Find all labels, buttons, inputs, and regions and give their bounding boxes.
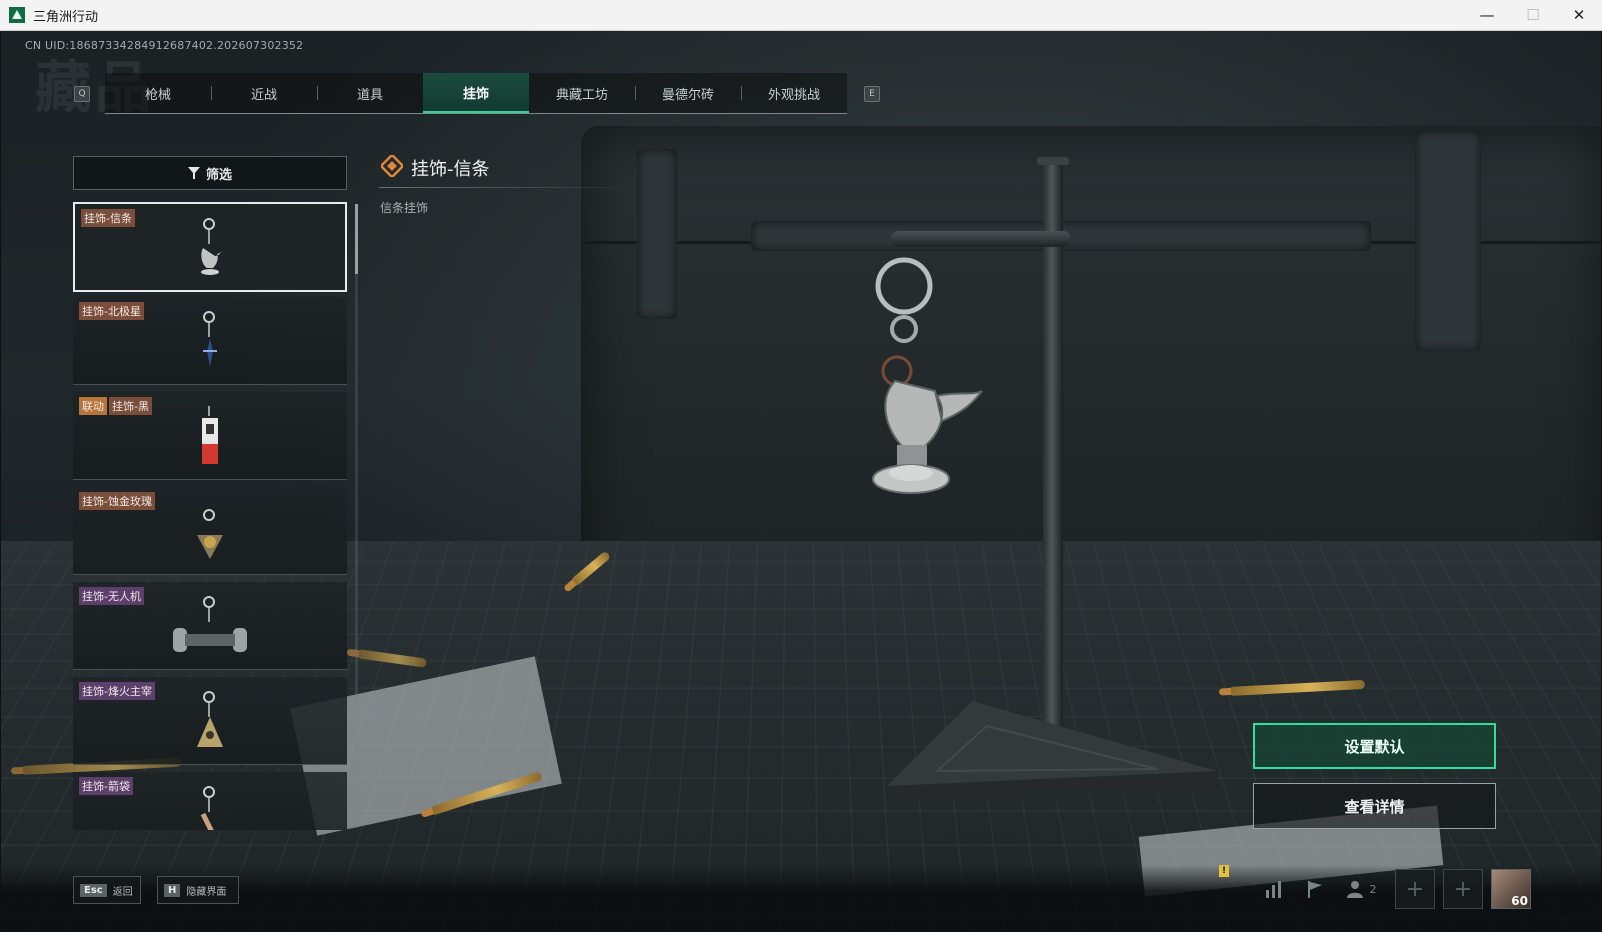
filter-button[interactable]: 筛选	[73, 156, 347, 190]
app-logo-icon	[9, 7, 25, 23]
item-tag: 挂饰-北极星	[79, 302, 144, 320]
item-tag: 挂饰-信条	[81, 209, 135, 227]
display-stand-cap	[1037, 157, 1069, 165]
close-button[interactable]: ✕	[1556, 0, 1602, 31]
esc-key: Esc	[80, 883, 107, 897]
item-tag: 挂饰-蚀金玫瑰	[79, 492, 155, 510]
charm-thumbnail	[192, 691, 228, 757]
maximize-button[interactable]: ☐	[1510, 0, 1556, 31]
item-tag: 联动 挂饰-黑	[79, 397, 152, 415]
list-item-jiandai[interactable]: 挂饰-箭袋	[73, 772, 347, 830]
display-stand-base	[887, 701, 1217, 801]
minimize-button[interactable]: —	[1464, 0, 1510, 31]
filter-icon	[187, 167, 200, 179]
item-name: 挂饰-黑	[109, 397, 152, 415]
friends-icon[interactable]: 2	[1335, 869, 1387, 909]
friends-count: 2	[1369, 882, 1377, 896]
item-name: 挂饰-北极星	[79, 302, 144, 320]
item-name: 挂饰-信条	[81, 209, 135, 227]
team-slot-empty[interactable]: +	[1395, 869, 1435, 909]
list-scrollbar-thumb[interactable]	[355, 204, 358, 274]
window-controls: — ☐ ✕	[1464, 0, 1602, 31]
charm-thumbnail	[192, 406, 228, 472]
flag-icon[interactable]	[1295, 869, 1335, 909]
tab-items[interactable]: 道具	[317, 73, 423, 113]
collab-badge: 联动	[79, 397, 107, 415]
tab-melee[interactable]: 近战	[211, 73, 317, 113]
set-default-button[interactable]: 设置默认	[1253, 723, 1496, 769]
detail-description: 信条挂饰	[380, 201, 429, 215]
list-item-hei[interactable]: 联动 挂饰-黑	[73, 392, 347, 480]
item-tag: 挂饰-烽火主宰	[79, 682, 155, 700]
item-tag: 挂饰-无人机	[79, 587, 144, 605]
filter-label: 筛选	[205, 167, 232, 183]
player-level: 60	[1511, 894, 1528, 908]
player-uid: CN UID:18687334284912687402.202607302352	[25, 39, 304, 52]
detail-divider	[379, 187, 639, 188]
charm-thumbnail	[192, 786, 228, 830]
charm-thumbnail	[192, 501, 228, 567]
charm-thumbnail	[192, 218, 228, 284]
back-hint-button[interactable]: Esc 返回	[73, 876, 141, 904]
list-item-wurenji[interactable]: 挂饰-无人机	[73, 582, 347, 670]
item-name: 挂饰-无人机	[79, 587, 144, 605]
item-name: 挂饰-烽火主宰	[79, 682, 155, 700]
list-item-shijin-meigui[interactable]: 挂饰-蚀金玫瑰	[73, 487, 347, 575]
window-title: 三角洲行动	[33, 9, 99, 25]
item-name: 挂饰-箭袋	[79, 777, 133, 795]
crate-latch-right	[1415, 131, 1481, 351]
tab-collection-workshop[interactable]: 典藏工坊	[529, 73, 635, 113]
warning-icon: !	[1219, 865, 1229, 877]
back-label: 返回	[112, 886, 133, 898]
next-tab-key[interactable]: E	[864, 86, 880, 102]
tab-guns[interactable]: 枪械	[105, 73, 211, 113]
item-tag: 挂饰-箭袋	[79, 777, 133, 795]
view-details-button[interactable]: 查看详情	[1253, 783, 1496, 829]
status-tray: 2 + + 60	[1255, 867, 1601, 911]
crate-latch-left	[637, 149, 677, 319]
charm-preview-model[interactable]	[847, 231, 997, 541]
list-scrollbar-track[interactable]	[355, 204, 358, 828]
list-item-beijixing[interactable]: 挂饰-北极星	[73, 297, 347, 385]
prev-tab-key[interactable]: Q	[74, 86, 90, 102]
hide-ui-hint-button[interactable]: H 隐藏界面	[157, 876, 239, 904]
tab-charms[interactable]: 挂饰	[423, 73, 529, 113]
charm-list[interactable]: 挂饰-信条 挂饰-北极星 联动 挂饰-黑 挂饰-蚀金玫瑰 挂饰-无人机 挂饰-烽…	[73, 202, 349, 830]
game-viewport: 藏品 CN UID:18687334284912687402.202607302…	[1, 31, 1601, 931]
player-avatar[interactable]: 60	[1491, 869, 1531, 909]
detail-title: 挂饰-信条	[411, 159, 490, 180]
tab-mandel-brick[interactable]: 曼德尔砖	[635, 73, 741, 113]
h-key: H	[164, 883, 181, 897]
list-item-xintiao[interactable]: 挂饰-信条	[73, 202, 347, 292]
category-tabs: 枪械 近战 道具 挂饰 典藏工坊 曼德尔砖 外观挑战	[105, 73, 847, 114]
charm-category-icon	[381, 155, 403, 177]
window-titlebar: 三角洲行动 — ☐ ✕	[0, 0, 1602, 31]
charm-thumbnail	[192, 311, 228, 377]
charm-thumbnail	[173, 596, 247, 662]
stats-chart-icon[interactable]	[1255, 869, 1295, 909]
hide-ui-label: 隐藏界面	[186, 886, 227, 898]
team-slot-empty[interactable]: +	[1443, 869, 1483, 909]
item-name: 挂饰-蚀金玫瑰	[79, 492, 155, 510]
list-item-fenghuo-zhuzai[interactable]: 挂饰-烽火主宰	[73, 677, 347, 765]
tab-appearance-challenge[interactable]: 外观挑战	[741, 73, 847, 113]
